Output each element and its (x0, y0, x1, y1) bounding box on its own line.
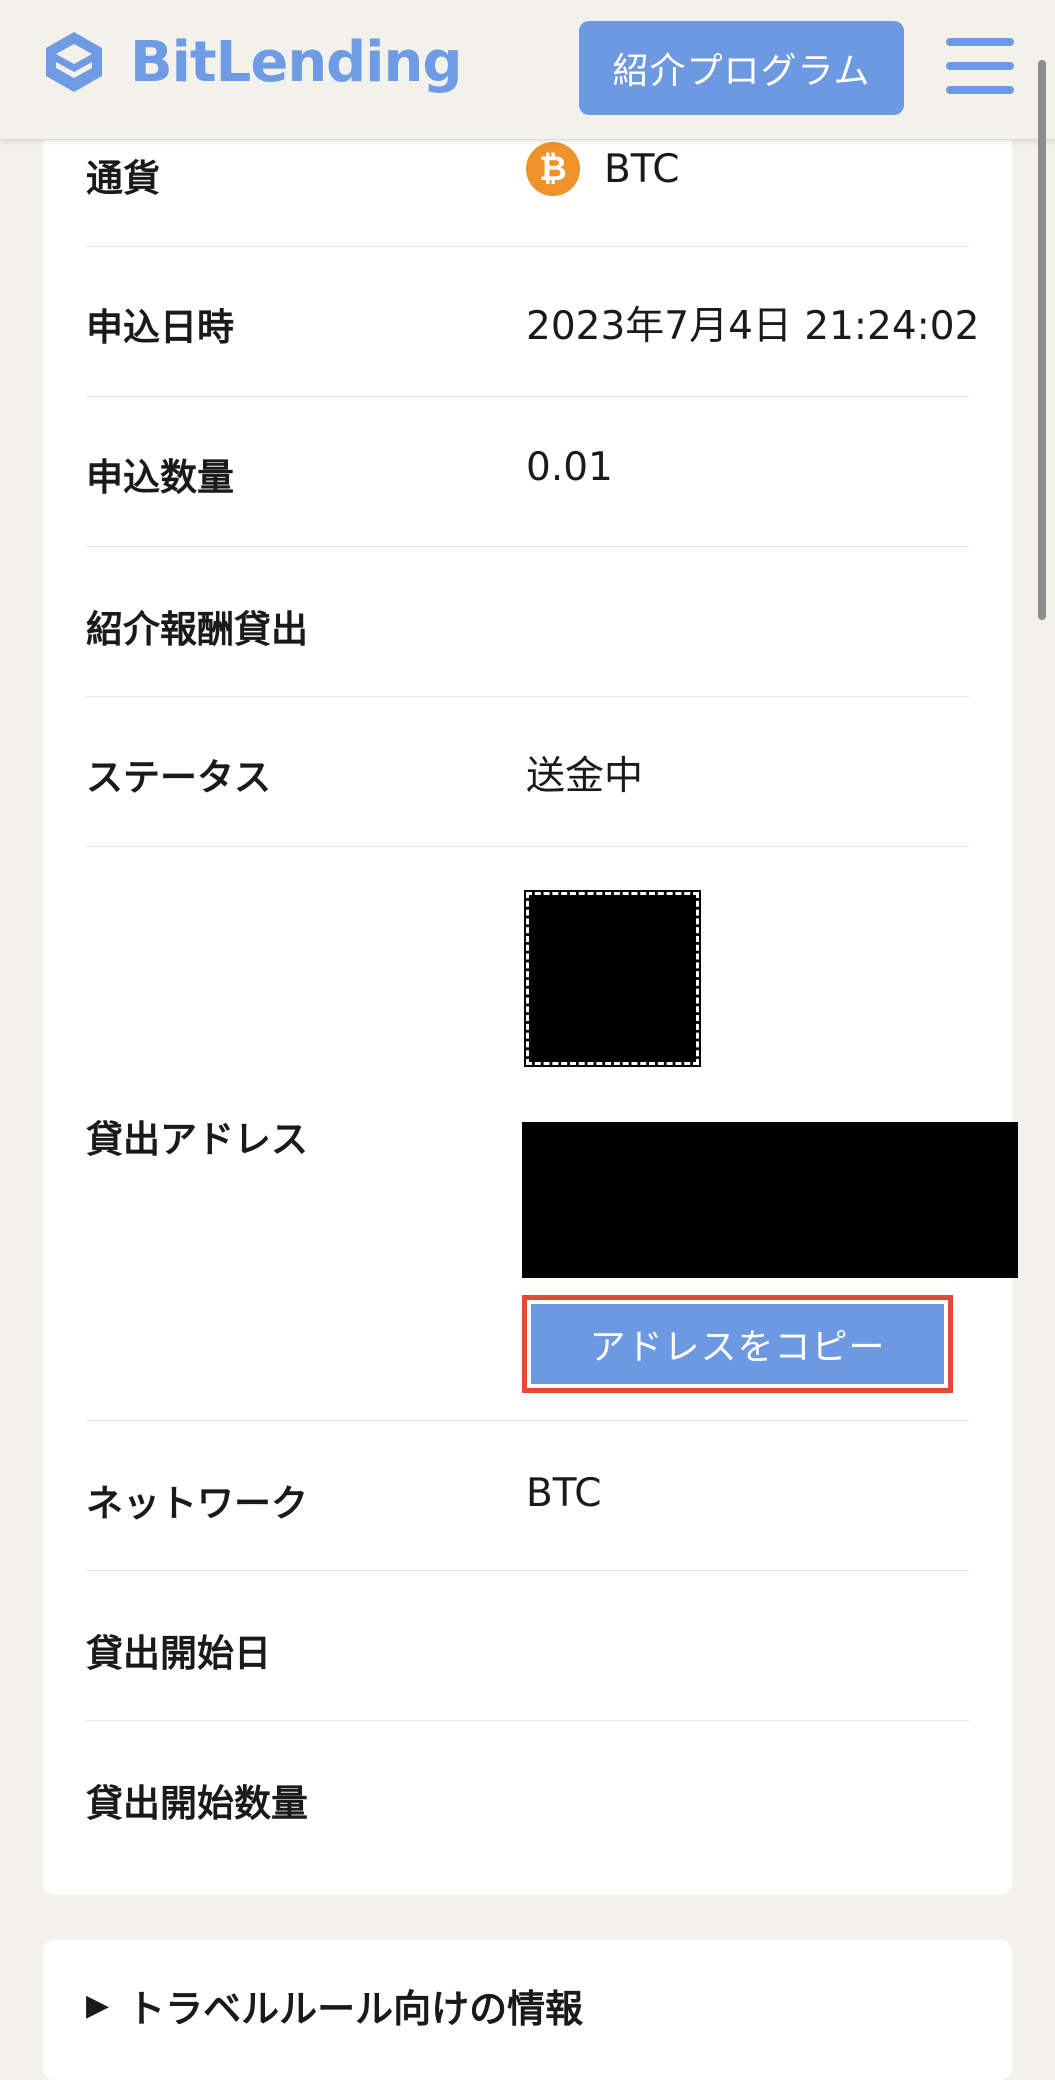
travel-rule-card: ▶ トラベルルール向けの情報 (43, 1940, 1012, 2080)
hamburger-menu-icon[interactable] (946, 38, 1014, 94)
address-label: 貸出アドレス (86, 1118, 308, 1161)
applied-at-value: 2023年7月4日 21:24:02 (526, 304, 980, 349)
start-date-label: 貸出開始日 (86, 1632, 271, 1675)
redacted-address (522, 1122, 1018, 1278)
applied-at-label: 申込日時 (86, 306, 234, 349)
currency-value: ₿ BTC (526, 142, 680, 196)
disclosure-triangle-icon: ▶ (86, 1988, 110, 2023)
row-amount: 申込数量 0.01 (86, 397, 969, 547)
currency-text: BTC (604, 146, 680, 192)
bitcoin-icon: ₿ (526, 142, 580, 196)
start-amount-label: 貸出開始数量 (86, 1782, 308, 1825)
row-applied-at: 申込日時 2023年7月4日 21:24:02 (86, 247, 979, 397)
referral-loan-label: 紹介報酬貸出 (86, 608, 308, 651)
network-value: BTC (526, 1471, 602, 1516)
row-network: ネットワーク BTC (86, 1421, 969, 1571)
address-qr-code (524, 890, 701, 1067)
network-label: ネットワーク (86, 1482, 308, 1525)
currency-label: 通貨 (86, 157, 160, 200)
row-status: ステータス 送金中 (86, 697, 969, 847)
row-start-date: 貸出開始日 (86, 1571, 969, 1721)
loan-detail-card: 通貨 ₿ BTC 申込日時 2023年7月4日 21:24:02 申込数量 0.… (43, 110, 1018, 1895)
bitlending-logo-icon (46, 32, 102, 92)
status-value: 送金中 (526, 754, 644, 799)
scrollbar[interactable] (1038, 60, 1046, 620)
row-start-amount: 貸出開始数量 (86, 1721, 969, 1871)
amount-value: 0.01 (526, 445, 613, 490)
status-label: ステータス (86, 756, 271, 799)
copy-button-highlight: アドレスをコピー (522, 1295, 953, 1393)
travel-rule-title: トラベルルール向けの情報 (127, 1987, 584, 2031)
bitlending-logo[interactable]: BitLending (40, 28, 462, 96)
copy-address-button[interactable]: アドレスをコピー (531, 1304, 944, 1384)
referral-program-button[interactable]: 紹介プログラム (579, 21, 904, 115)
amount-label: 申込数量 (86, 456, 234, 499)
app-header: BitLending 紹介プログラム (0, 0, 1055, 140)
travel-rule-toggle[interactable]: ▶ トラベルルール向けの情報 (86, 1978, 583, 2033)
row-address: 貸出アドレス アドレスをコピー (86, 847, 1018, 1421)
row-referral-loan: 紹介報酬貸出 (86, 547, 969, 697)
logo-text: BitLending (130, 29, 462, 95)
